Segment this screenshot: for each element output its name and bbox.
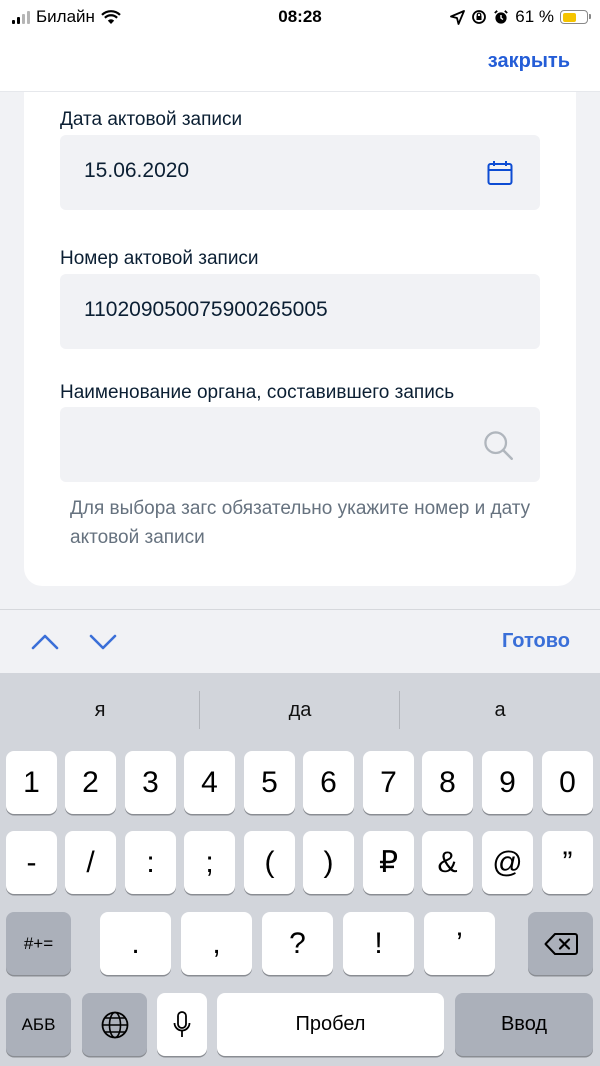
- date-value: 15.06.2020: [84, 159, 190, 182]
- suggestion-2[interactable]: да: [200, 673, 400, 747]
- record-number-field[interactable]: 110209050075900265005: [60, 274, 540, 349]
- status-left: Билайн: [12, 7, 121, 27]
- key-colon[interactable]: :: [125, 831, 176, 894]
- chevron-down-icon[interactable]: [88, 628, 118, 656]
- key-3[interactable]: 3: [125, 751, 176, 814]
- backspace-key[interactable]: [528, 912, 593, 975]
- key-2[interactable]: 2: [65, 751, 116, 814]
- microphone-key[interactable]: [157, 993, 207, 1056]
- top-header: закрыть: [0, 34, 600, 92]
- record-number-label: Номер актовой записи: [60, 248, 259, 269]
- close-button[interactable]: закрыть: [488, 50, 570, 73]
- globe-icon: [101, 1011, 128, 1038]
- enter-key[interactable]: Ввод: [455, 993, 593, 1056]
- key-ruble[interactable]: ₽: [363, 831, 414, 894]
- calendar-icon[interactable]: [486, 159, 514, 187]
- keyboard-accessory-bar: Готово: [0, 609, 600, 673]
- key-exclamation[interactable]: !: [343, 912, 414, 975]
- record-number-value: 110209050075900265005: [84, 298, 328, 321]
- symbols-key[interactable]: #+=: [6, 912, 71, 975]
- globe-key[interactable]: [82, 993, 147, 1056]
- key-0[interactable]: 0: [542, 751, 593, 814]
- status-right: 61 %: [450, 7, 591, 27]
- key-dash[interactable]: -: [6, 831, 57, 894]
- form-card: Дата актовой записи 15.06.2020 Номер акт…: [24, 92, 576, 586]
- key-comma[interactable]: ,: [181, 912, 252, 975]
- key-9[interactable]: 9: [482, 751, 533, 814]
- battery-percent: 61 %: [515, 7, 554, 26]
- key-ampersand[interactable]: &: [422, 831, 473, 894]
- key-1[interactable]: 1: [6, 751, 57, 814]
- key-6[interactable]: 6: [303, 751, 354, 814]
- chevron-up-icon[interactable]: [30, 628, 60, 656]
- organ-field[interactable]: [60, 407, 540, 482]
- key-question[interactable]: ?: [262, 912, 333, 975]
- wifi-icon: [101, 9, 121, 24]
- carrier-name: Билайн: [36, 7, 95, 26]
- key-8[interactable]: 8: [422, 751, 473, 814]
- date-field[interactable]: 15.06.2020: [60, 135, 540, 210]
- key-at[interactable]: @: [482, 831, 533, 894]
- location-icon: [450, 9, 466, 25]
- hint-text: Для выбора загс обязательно укажите номе…: [70, 498, 531, 548]
- key-semicolon[interactable]: ;: [184, 831, 235, 894]
- battery-icon: [560, 10, 591, 24]
- key-7[interactable]: 7: [363, 751, 414, 814]
- search-icon[interactable]: [482, 429, 514, 461]
- key-slash[interactable]: /: [65, 831, 116, 894]
- done-button[interactable]: Готово: [502, 630, 570, 653]
- key-period[interactable]: .: [100, 912, 171, 975]
- date-label: Дата актовой записи: [60, 109, 243, 130]
- key-paren-open[interactable]: (: [244, 831, 295, 894]
- alarm-icon: [494, 10, 509, 24]
- key-apostrophe[interactable]: ’: [424, 912, 495, 975]
- signal-icon: [12, 10, 30, 24]
- key-4[interactable]: 4: [184, 751, 235, 814]
- backspace-icon: [544, 932, 578, 955]
- keyboard: я да а 1 2 3 4 5 6 7 8 9 0 - / : ; ( ) ₽…: [0, 673, 600, 1066]
- abc-key[interactable]: АБВ: [6, 993, 71, 1056]
- key-quote[interactable]: ”: [542, 831, 593, 894]
- key-paren-close[interactable]: ): [303, 831, 354, 894]
- space-key[interactable]: Пробел: [217, 993, 444, 1056]
- key-5[interactable]: 5: [244, 751, 295, 814]
- status-bar: Билайн 08:28 61 %: [0, 0, 600, 34]
- suggestion-3[interactable]: а: [400, 673, 600, 747]
- microphone-icon: [173, 1010, 191, 1037]
- rotation-lock-icon: [472, 10, 487, 24]
- suggestion-1[interactable]: я: [0, 673, 200, 747]
- organ-label: Наименование органа, составившего запись: [60, 382, 455, 403]
